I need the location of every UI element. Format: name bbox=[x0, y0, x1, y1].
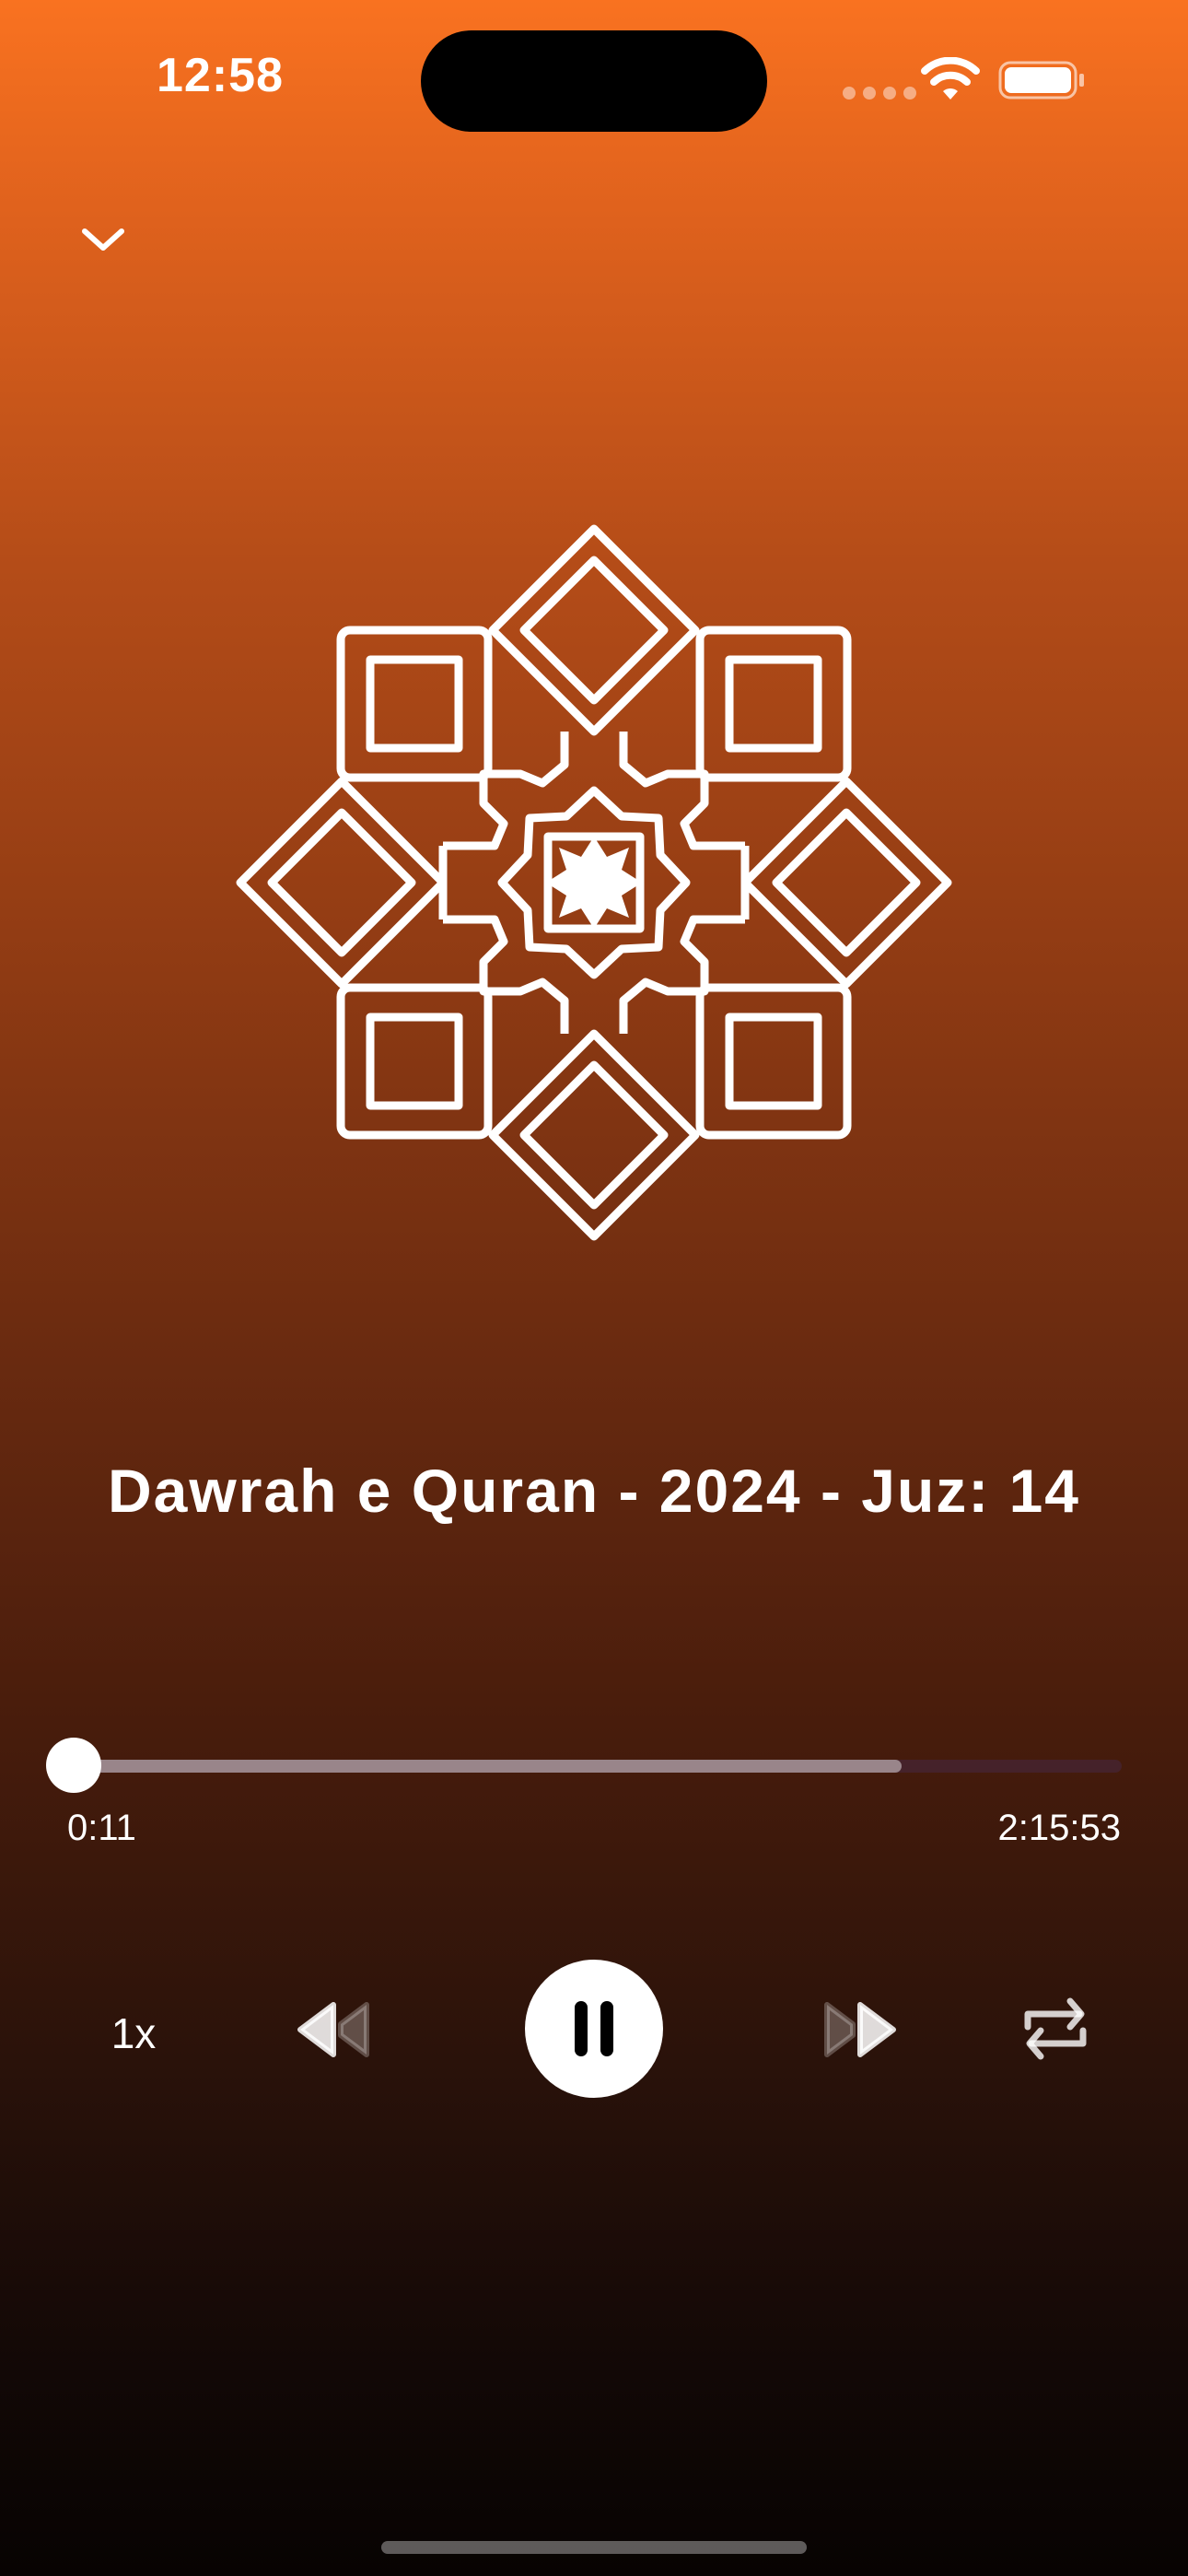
chevron-down-icon bbox=[82, 228, 124, 251]
fast-forward-button[interactable] bbox=[818, 1997, 901, 2062]
wifi-icon bbox=[921, 57, 980, 100]
elapsed-time: 0:11 bbox=[67, 1808, 136, 1848]
status-time: 12:58 bbox=[157, 49, 284, 102]
pause-icon bbox=[575, 2001, 613, 2056]
dynamic-island bbox=[421, 30, 767, 132]
total-time: 2:15:53 bbox=[997, 1808, 1121, 1848]
repeat-icon bbox=[1024, 1997, 1087, 2060]
progress-thumb[interactable] bbox=[46, 1738, 101, 1793]
rewind-button[interactable] bbox=[293, 1997, 376, 2062]
progress-slider[interactable] bbox=[46, 1738, 1122, 1793]
now-playing-screen: 12:58 Dawrah e Quran - 2024 - Juz: 14 0:… bbox=[0, 0, 1188, 2576]
track-title: Dawrah e Quran - 2024 - Juz: 14 bbox=[107, 1457, 1081, 1525]
battery-icon bbox=[998, 61, 1084, 100]
fast-forward-icon bbox=[824, 2002, 896, 2057]
collapse-player-button[interactable] bbox=[64, 208, 142, 273]
repeat-button[interactable] bbox=[1017, 1990, 1094, 2067]
rewind-icon bbox=[297, 2002, 369, 2057]
playback-speed-button[interactable]: 1x bbox=[92, 2001, 175, 2066]
artwork-geometric-star-icon bbox=[236, 524, 952, 1241]
progress-buffered bbox=[74, 1760, 903, 1773]
home-indicator bbox=[381, 2541, 807, 2554]
cellular-signal-icon bbox=[843, 87, 916, 100]
pause-button[interactable] bbox=[525, 1960, 663, 2098]
